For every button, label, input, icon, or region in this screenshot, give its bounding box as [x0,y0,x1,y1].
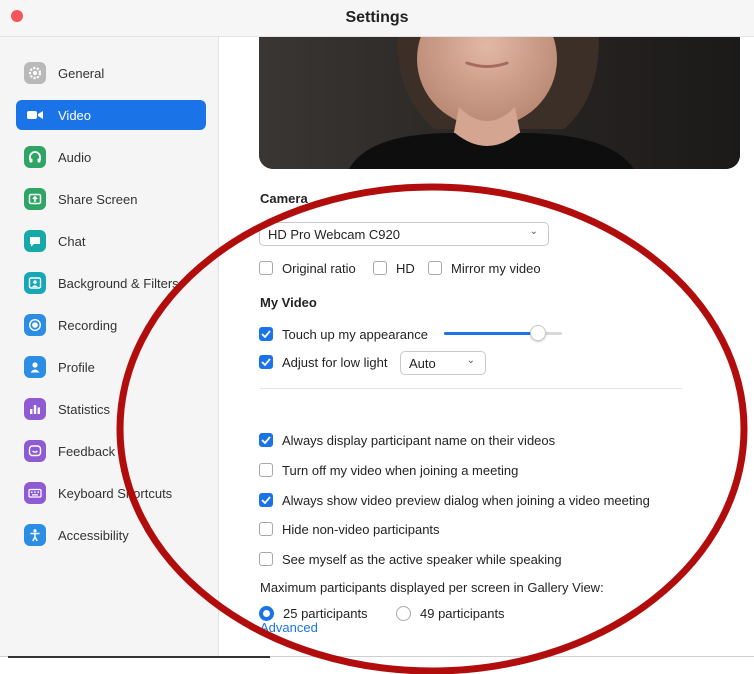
touch-up-slider-fill [444,332,539,335]
active-speaker-option[interactable]: See myself as the active speaker while s… [259,549,562,569]
sidebar-item-feedback[interactable]: Feedback [16,436,206,466]
sidebar-item-label: Statistics [58,401,111,417]
video-preview-dialog-checkbox[interactable] [259,493,273,507]
gallery-radio-25[interactable] [259,605,274,621]
camera-select-value: HD Pro Webcam C920 [268,226,400,242]
low-light-option[interactable]: Adjust for low light [259,352,388,372]
video-camera-icon [24,104,46,126]
touch-up-label: Touch up my appearance [282,326,428,342]
display-participant-name-checkbox[interactable] [259,433,273,447]
touch-up-slider-handle[interactable] [530,325,547,341]
sidebar-item-label: Share Screen [58,191,138,207]
sidebar-item-label: Chat [58,233,86,249]
gallery-option-label: 49 participants [420,605,505,621]
active-speaker-label: See myself as the active speaker while s… [282,551,562,567]
turn-off-video-option[interactable]: Turn off my video when joining a meeting [259,460,518,480]
low-light-mode-value: Auto [409,355,436,371]
mirror-video-option[interactable]: Mirror my video [428,258,541,278]
mirror-video-checkbox[interactable] [428,261,442,275]
sidebar-item-accessibility[interactable]: Accessibility [16,520,206,550]
portrait-icon [24,272,46,294]
advanced-link[interactable]: Advanced [260,620,318,635]
sidebar-item-label: Recording [58,317,118,333]
original-ratio-option[interactable]: Original ratio [259,258,356,278]
title-bar: Settings [0,0,754,37]
original-ratio-checkbox[interactable] [259,261,273,275]
share-screen-icon [24,188,46,210]
gear-icon [24,62,46,84]
hd-checkbox[interactable] [373,261,387,275]
low-light-label: Adjust for low light [282,354,388,370]
touch-up-slider[interactable] [444,325,562,341]
sidebar-item-background-filters[interactable]: Background & Filters [16,268,206,298]
low-light-mode-select[interactable]: Auto ⌄ [400,351,486,375]
chevron-down-icon: ⌄ [466,355,475,366]
bar-chart-icon [24,398,46,420]
settings-sidebar: General Video Audio Share Screen Chat Ba… [0,37,219,657]
sidebar-item-label: General [58,65,105,81]
mirror-video-label: Mirror my video [451,260,541,276]
low-light-checkbox[interactable] [259,355,273,369]
sidebar-item-label: Accessibility [58,527,129,543]
sidebar-item-label: Profile [58,359,95,375]
camera-select[interactable]: HD Pro Webcam C920 ⌄ [259,222,549,246]
keyboard-icon [24,482,46,504]
sidebar-item-share-screen[interactable]: Share Screen [16,184,206,214]
sidebar-item-chat[interactable]: Chat [16,226,206,256]
accessibility-icon [24,524,46,546]
touch-up-option[interactable]: Touch up my appearance [259,324,428,344]
gallery-option-label: 25 participants [283,605,368,621]
record-icon [24,314,46,336]
sidebar-item-general[interactable]: General [16,58,206,88]
original-ratio-label: Original ratio [282,260,356,276]
sidebar-item-statistics[interactable]: Statistics [16,394,206,424]
sidebar-item-label: Feedback [58,443,116,459]
video-preview-dialog-label: Always show video preview dialog when jo… [282,492,650,508]
turn-off-video-label: Turn off my video when joining a meeting [282,462,519,478]
camera-section-title: Camera [260,191,308,206]
sidebar-item-keyboard-shortcuts[interactable]: Keyboard Shortcuts [16,478,206,508]
sidebar-item-label: Audio [58,149,92,165]
sidebar-item-video[interactable]: Video [16,100,206,130]
chevron-down-icon: ⌄ [529,226,538,237]
smiley-icon [24,440,46,462]
turn-off-video-checkbox[interactable] [259,463,273,477]
sidebar-item-profile[interactable]: Profile [16,352,206,382]
hd-label: HD [396,260,415,276]
person-icon [24,356,46,378]
sidebar-item-audio[interactable]: Audio [16,142,206,172]
sidebar-item-recording[interactable]: Recording [16,310,206,340]
video-preview-dialog-option[interactable]: Always show video preview dialog when jo… [259,490,650,510]
hide-non-video-option[interactable]: Hide non-video participants [259,519,440,539]
display-participant-name-option[interactable]: Always display participant name on their… [259,430,555,450]
footer-divider-dark [8,656,270,658]
window-title: Settings [345,9,409,26]
active-speaker-checkbox[interactable] [259,552,273,566]
chat-bubble-icon [24,230,46,252]
sidebar-item-label: Video [58,107,92,123]
headphones-icon [24,146,46,168]
section-divider [260,388,682,389]
display-participant-name-label: Always display participant name on their… [282,432,556,448]
gallery-view-label: Maximum participants displayed per scree… [260,579,604,595]
gallery-option-49[interactable]: 49 participants [396,603,505,623]
gallery-radio-49[interactable] [396,605,411,621]
my-video-section-title: My Video [260,295,317,310]
hide-non-video-label: Hide non-video participants [282,521,440,537]
sidebar-item-label: Keyboard Shortcuts [58,485,173,501]
camera-preview [259,37,740,169]
sidebar-item-label: Background & Filters [58,275,179,291]
hd-option[interactable]: HD [373,258,415,278]
hide-non-video-checkbox[interactable] [259,522,273,536]
touch-up-checkbox[interactable] [259,327,273,341]
